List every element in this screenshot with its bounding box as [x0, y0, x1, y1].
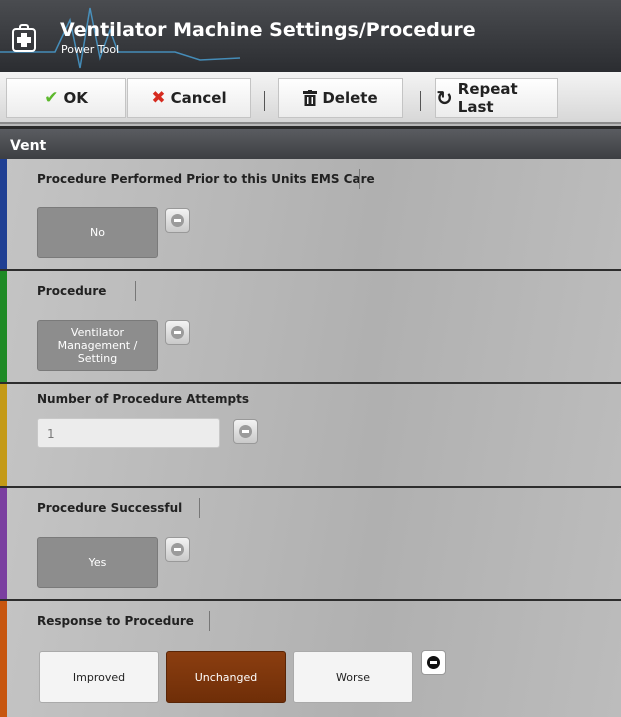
field-prior-care: Procedure Performed Prior to this Units … — [0, 159, 621, 271]
selected-value-button[interactable]: No — [37, 207, 158, 258]
selected-value-button[interactable]: Ventilator Management / Setting — [37, 320, 158, 371]
attempts-input[interactable]: 1 — [37, 418, 220, 448]
field-stripe — [0, 488, 7, 599]
clear-icon[interactable] — [165, 320, 190, 345]
page-title: Ventilator Machine Settings/Procedure — [60, 19, 476, 41]
field-successful: Procedure Successful Yes — [0, 488, 621, 601]
field-label: Number of Procedure Attempts — [37, 392, 250, 406]
field-procedure: Procedure Ventilator Management / Settin… — [0, 271, 621, 384]
medical-kit-icon — [12, 24, 36, 52]
close-icon: ✖ — [151, 88, 166, 108]
clear-icon[interactable] — [165, 537, 190, 562]
label-divider — [359, 169, 360, 189]
toolbar-divider — [420, 91, 421, 111]
label-divider — [209, 611, 210, 631]
field-response: Response to Procedure Improved Unchanged… — [0, 601, 621, 717]
field-label: Response to Procedure — [37, 614, 194, 628]
clear-icon[interactable] — [233, 419, 258, 444]
selected-value-button[interactable]: Yes — [37, 537, 158, 588]
toolbar-divider — [264, 91, 265, 111]
field-attempts: Number of Procedure Attempts 1 — [0, 384, 621, 488]
response-option-improved[interactable]: Improved — [39, 651, 159, 703]
field-label: Procedure Successful — [37, 501, 183, 515]
ok-button[interactable]: ✔ OK — [6, 78, 126, 118]
page-subtitle: Power Tool — [61, 43, 120, 56]
ok-label: OK — [63, 89, 88, 107]
app-header: Ventilator Machine Settings/Procedure Po… — [0, 0, 621, 72]
field-stripe — [0, 384, 7, 486]
section-header: Vent — [0, 126, 621, 159]
checkmark-icon: ✔ — [44, 88, 59, 108]
field-stripe — [0, 159, 7, 269]
field-stripe — [0, 271, 7, 382]
label-divider — [199, 498, 200, 518]
cancel-label: Cancel — [170, 89, 227, 107]
response-option-worse[interactable]: Worse — [293, 651, 413, 703]
refresh-icon: ↻ — [436, 86, 453, 110]
field-label: Procedure Performed Prior to this Units … — [37, 172, 375, 186]
label-divider — [135, 281, 136, 301]
trash-icon — [303, 90, 318, 106]
repeat-last-button[interactable]: ↻ Repeat Last — [435, 78, 558, 118]
field-label: Procedure — [37, 284, 107, 298]
field-stripe — [0, 601, 7, 717]
clear-icon[interactable] — [165, 208, 190, 233]
delete-button[interactable]: Delete — [278, 78, 403, 118]
response-option-unchanged[interactable]: Unchanged — [166, 651, 286, 703]
selected-value-line: Ventilator — [70, 326, 125, 339]
repeat-last-label: Repeat Last — [457, 80, 518, 116]
cancel-button[interactable]: ✖ Cancel — [127, 78, 251, 118]
clear-icon[interactable] — [421, 650, 446, 675]
toolbar: ✔ OK ✖ Cancel Delete ↻ Repeat Last — [0, 72, 621, 124]
delete-label: Delete — [322, 89, 378, 107]
selected-value-line: Management / Setting — [57, 339, 138, 365]
